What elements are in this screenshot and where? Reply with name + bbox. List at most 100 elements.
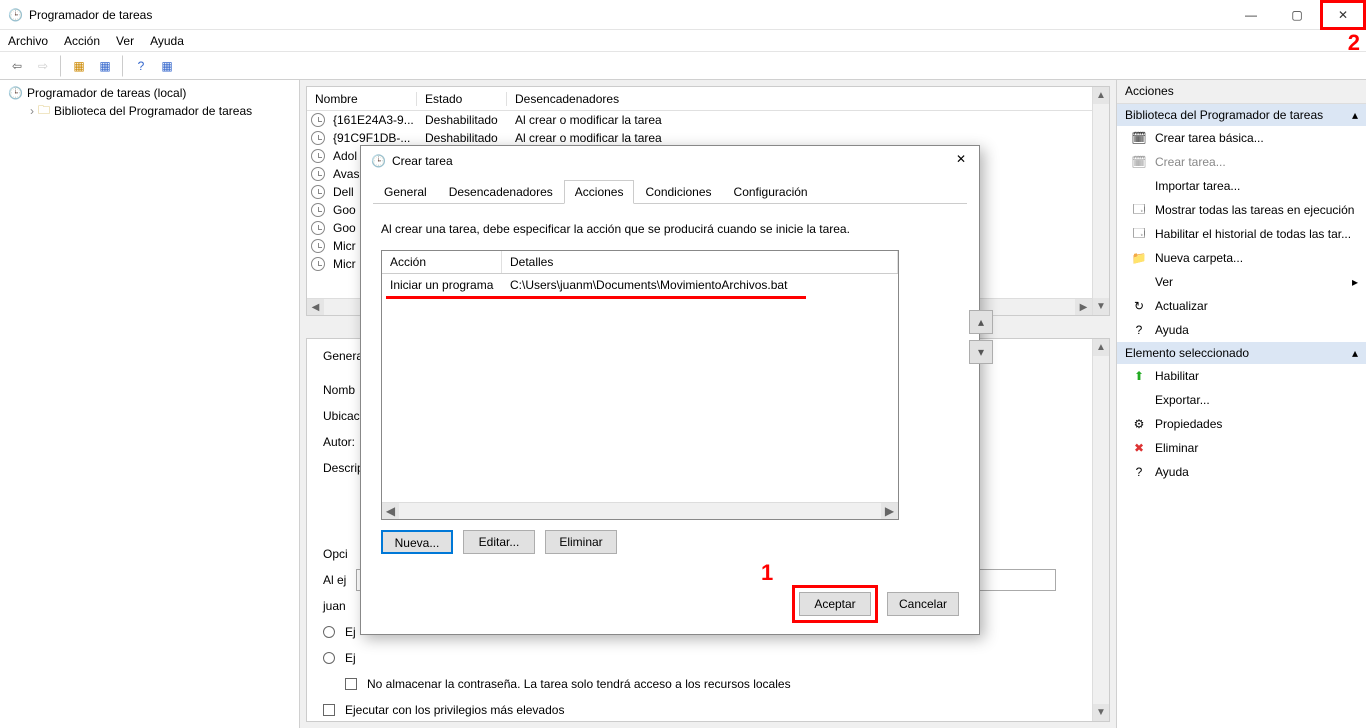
tab-general[interactable]: General — [373, 180, 438, 204]
action-item[interactable]: ⚙Propiedades — [1117, 412, 1366, 436]
menu-help[interactable]: Ayuda — [150, 34, 184, 48]
action-icon: 🗓 — [1131, 154, 1147, 170]
table-row[interactable]: Iniciar un programa C:\Users\juanm\Docum… — [382, 274, 898, 296]
menu-file[interactable]: Archivo — [8, 34, 48, 48]
toolbar-icon-2[interactable]: ▦ — [94, 55, 116, 77]
scrollbar-horizontal[interactable]: ◀▶ — [382, 502, 898, 519]
action-item[interactable]: Ver▸ — [1117, 270, 1366, 294]
action-item[interactable]: ? Ayuda — [1117, 460, 1366, 484]
collapse-icon[interactable]: ▴ — [1352, 346, 1358, 360]
action-label: Nueva carpeta... — [1155, 251, 1243, 265]
actions-pane: Acciones Biblioteca del Programador de t… — [1116, 80, 1366, 728]
col-triggers[interactable]: Desencadenadores — [507, 92, 1109, 106]
action-item[interactable]: Importar tarea... — [1117, 174, 1366, 198]
col-action[interactable]: Acción — [382, 251, 502, 273]
delete-button[interactable]: Eliminar — [545, 530, 617, 554]
dialog-titlebar: 🕒 Crear tarea ✕ — [361, 146, 979, 176]
actions-section-selected[interactable]: Elemento seleccionado ▴ — [1117, 342, 1366, 364]
action-item[interactable]: 🗔 Mostrar todas las tareas en ejecución — [1117, 198, 1366, 222]
scrollbar-vertical[interactable]: ▲▼ — [1092, 87, 1109, 315]
collapse-icon[interactable]: ▴ — [1352, 108, 1358, 122]
tree-library-label: Biblioteca del Programador de tareas — [54, 104, 252, 118]
tree-pane: 🕒 Programador de tareas (local) › 🗀 Bibl… — [0, 80, 300, 728]
col-state[interactable]: Estado — [417, 92, 507, 106]
tab-conditions[interactable]: Condiciones — [634, 180, 722, 204]
separator — [60, 55, 62, 77]
action-icon: 🗔 — [1131, 226, 1147, 242]
new-button[interactable]: Nueva... — [381, 530, 453, 554]
annotation-ok-highlight: Aceptar — [795, 588, 875, 620]
help-icon[interactable]: ? — [130, 55, 152, 77]
maximize-button[interactable]: ▢ — [1274, 0, 1320, 30]
action-item[interactable]: Exportar... — [1117, 388, 1366, 412]
radio-label: Ej — [345, 651, 356, 665]
text-line: juan — [323, 599, 346, 613]
cancel-button[interactable]: Cancelar — [887, 592, 959, 616]
label-author: Autor: — [323, 435, 355, 449]
action-item[interactable]: 📁 Nueva carpeta... — [1117, 246, 1366, 270]
scrollbar-vertical[interactable]: ▲▼ — [1092, 339, 1109, 721]
actions-section-library[interactable]: Biblioteca del Programador de tareas ▴ — [1117, 104, 1366, 126]
action-item[interactable]: 🗓Crear tarea básica... — [1117, 126, 1366, 150]
action-item[interactable]: ⬆ Habilitar — [1117, 364, 1366, 388]
cell-state: Deshabilitado — [417, 131, 507, 145]
forward-button[interactable]: ⇨ — [32, 55, 54, 77]
expand-icon[interactable]: › — [30, 104, 34, 118]
action-item[interactable]: ? Ayuda — [1117, 318, 1366, 342]
col-details[interactable]: Detalles — [502, 251, 898, 273]
ok-button[interactable]: Aceptar — [799, 592, 871, 616]
dialog-title: Crear tarea — [392, 154, 453, 168]
action-icon: 📁 — [1131, 250, 1147, 266]
action-label: Mostrar todas las tareas en ejecución — [1155, 203, 1354, 217]
cell-triggers: Al crear o modificar la tarea — [507, 131, 1109, 145]
tree-library[interactable]: › 🗀 Biblioteca del Programador de tareas — [4, 102, 295, 120]
chk-label: Ejecutar con los privilegios más elevado… — [345, 703, 564, 717]
toolbar-icon-1[interactable]: ▦ — [68, 55, 90, 77]
minimize-button[interactable]: — — [1228, 0, 1274, 30]
action-item[interactable]: 🗔Habilitar el historial de todas las tar… — [1117, 222, 1366, 246]
annotation-2: 2 — [1348, 30, 1360, 56]
action-item[interactable]: ↻Actualizar — [1117, 294, 1366, 318]
checkbox-elevated[interactable] — [323, 704, 335, 716]
label-name: Nomb — [323, 383, 355, 397]
back-button[interactable]: ⇦ — [6, 55, 28, 77]
action-icon: 🗔 — [1131, 202, 1147, 218]
table-row[interactable]: {161E24A3-9... Deshabilitado Al crear o … — [307, 111, 1109, 129]
action-icon: ⬆ — [1131, 368, 1147, 384]
clock-icon — [311, 149, 325, 163]
menu-view[interactable]: Ver — [116, 34, 134, 48]
label-location: Ubicac — [323, 409, 360, 423]
tab-settings[interactable]: Configuración — [723, 180, 819, 204]
action-label: Habilitar — [1155, 369, 1199, 383]
separator — [122, 55, 124, 77]
col-name[interactable]: Nombre — [307, 92, 417, 106]
window-title: Programador de tareas — [29, 8, 152, 22]
action-icon: ? — [1131, 322, 1147, 338]
action-label: Ayuda — [1155, 465, 1189, 479]
tree-root[interactable]: 🕒 Programador de tareas (local) — [4, 84, 295, 102]
checkbox-nopwd[interactable] — [345, 678, 357, 690]
dialog-close-button[interactable]: ✕ — [949, 152, 973, 172]
action-label: Ayuda — [1155, 323, 1189, 337]
close-button[interactable]: ✕ — [1320, 0, 1366, 30]
toolbar-icon-3[interactable]: ▦ — [156, 55, 178, 77]
move-up-button[interactable]: ▴ — [969, 310, 993, 334]
tab-actions[interactable]: Acciones — [564, 180, 635, 204]
move-down-button[interactable]: ▾ — [969, 340, 993, 364]
action-item[interactable]: ✖Eliminar — [1117, 436, 1366, 460]
action-icon: ✖ — [1131, 440, 1147, 456]
text-line: Al ej — [323, 573, 346, 587]
folder-icon: 🗀 — [38, 101, 50, 122]
window-titlebar: 🕒 Programador de tareas — ▢ ✕ — [0, 0, 1366, 30]
actions-title: Acciones — [1117, 80, 1366, 104]
menu-action[interactable]: Acción — [64, 34, 100, 48]
clock-icon: 🕒 — [8, 8, 23, 22]
radio-run-notlogged[interactable] — [323, 652, 335, 664]
tree-root-label: Programador de tareas (local) — [27, 86, 186, 100]
edit-button[interactable]: Editar... — [463, 530, 535, 554]
radio-run-logged[interactable] — [323, 626, 335, 638]
action-label: Importar tarea... — [1155, 179, 1240, 193]
tab-triggers[interactable]: Desencadenadores — [438, 180, 564, 204]
action-icon: ? — [1131, 464, 1147, 480]
actions-table[interactable]: Acción Detalles Iniciar un programa C:\U… — [381, 250, 899, 520]
